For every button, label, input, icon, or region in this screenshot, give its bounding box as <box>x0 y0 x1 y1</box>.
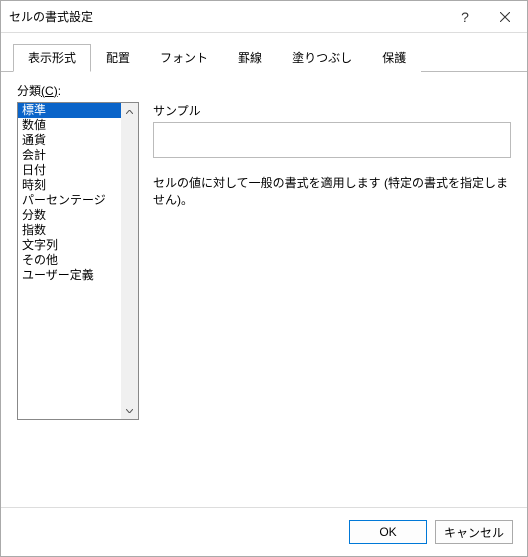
tab-2[interactable]: フォント <box>145 44 223 72</box>
help-button[interactable]: ? <box>445 3 485 31</box>
tab-5[interactable]: 保護 <box>367 44 421 72</box>
category-item[interactable]: 文字列 <box>18 238 121 253</box>
format-cells-dialog: セルの書式設定 ? 表示形式配置フォント罫線塗りつぶし保護 分類(C): 標準数… <box>0 0 528 557</box>
listbox-scrollbar[interactable] <box>121 103 138 419</box>
titlebar: セルの書式設定 ? <box>1 1 527 33</box>
category-item[interactable]: ユーザー定義 <box>18 268 121 283</box>
tab-3[interactable]: 罫線 <box>223 44 277 72</box>
ok-button[interactable]: OK <box>349 520 427 544</box>
category-item[interactable]: 会計 <box>18 148 121 163</box>
tab-content-number: 分類(C): 標準数値通貨会計日付時刻パーセンテージ分数指数文字列その他ユーザー… <box>1 72 527 507</box>
chevron-down-icon <box>126 409 133 413</box>
sample-box <box>153 122 511 158</box>
category-list-inner: 標準数値通貨会計日付時刻パーセンテージ分数指数文字列その他ユーザー定義 <box>18 103 121 419</box>
category-label: 分類(C): <box>17 82 511 99</box>
tab-1[interactable]: 配置 <box>91 44 145 72</box>
category-item[interactable]: パーセンテージ <box>18 193 121 208</box>
category-item[interactable]: 数値 <box>18 118 121 133</box>
scroll-up-button[interactable] <box>121 103 138 120</box>
category-item[interactable]: 標準 <box>18 103 121 118</box>
scroll-down-button[interactable] <box>121 402 138 419</box>
tab-strip: 表示形式配置フォント罫線塗りつぶし保護 <box>1 33 527 72</box>
category-item[interactable]: 通貨 <box>18 133 121 148</box>
tab-0[interactable]: 表示形式 <box>13 44 91 72</box>
category-item[interactable]: 日付 <box>18 163 121 178</box>
tab-4[interactable]: 塗りつぶし <box>277 44 367 72</box>
chevron-up-icon <box>126 110 133 114</box>
close-button[interactable] <box>485 3 525 31</box>
category-item[interactable]: その他 <box>18 253 121 268</box>
format-description: セルの値に対して一般の書式を適用します (特定の書式を指定しません)。 <box>153 174 511 208</box>
window-title: セルの書式設定 <box>9 8 445 25</box>
scroll-track[interactable] <box>121 120 138 402</box>
dialog-button-bar: OK キャンセル <box>1 507 527 556</box>
category-item[interactable]: 指数 <box>18 223 121 238</box>
category-item[interactable]: 分数 <box>18 208 121 223</box>
right-pane: サンプル セルの値に対して一般の書式を適用します (特定の書式を指定しません)。 <box>153 102 511 420</box>
category-listbox[interactable]: 標準数値通貨会計日付時刻パーセンテージ分数指数文字列その他ユーザー定義 <box>17 102 139 420</box>
close-icon <box>500 12 510 22</box>
cancel-button[interactable]: キャンセル <box>435 520 513 544</box>
sample-label: サンプル <box>153 102 511 119</box>
category-item[interactable]: 時刻 <box>18 178 121 193</box>
